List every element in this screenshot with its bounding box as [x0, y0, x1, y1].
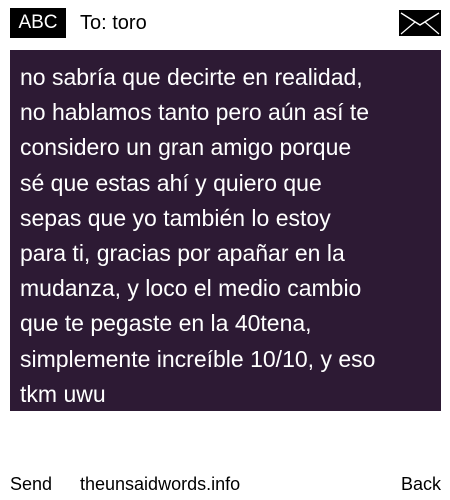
envelope-icon	[399, 10, 441, 36]
site-label: theunsaidwords.info	[80, 474, 241, 494]
recipient-label: To: toro	[80, 12, 147, 34]
message-text: no sabría que decirte en realidad, no ha…	[20, 64, 376, 407]
back-button[interactable]: Back	[401, 473, 441, 495]
input-mode-badge[interactable]: ABC	[10, 8, 66, 38]
softkey-bar: Send theunsaidwords.info Back	[0, 468, 450, 500]
send-button[interactable]: Send	[10, 473, 52, 495]
compose-header: ABC To: toro	[0, 0, 450, 46]
message-text-area[interactable]: no sabría que decirte en realidad, no ha…	[10, 50, 441, 411]
